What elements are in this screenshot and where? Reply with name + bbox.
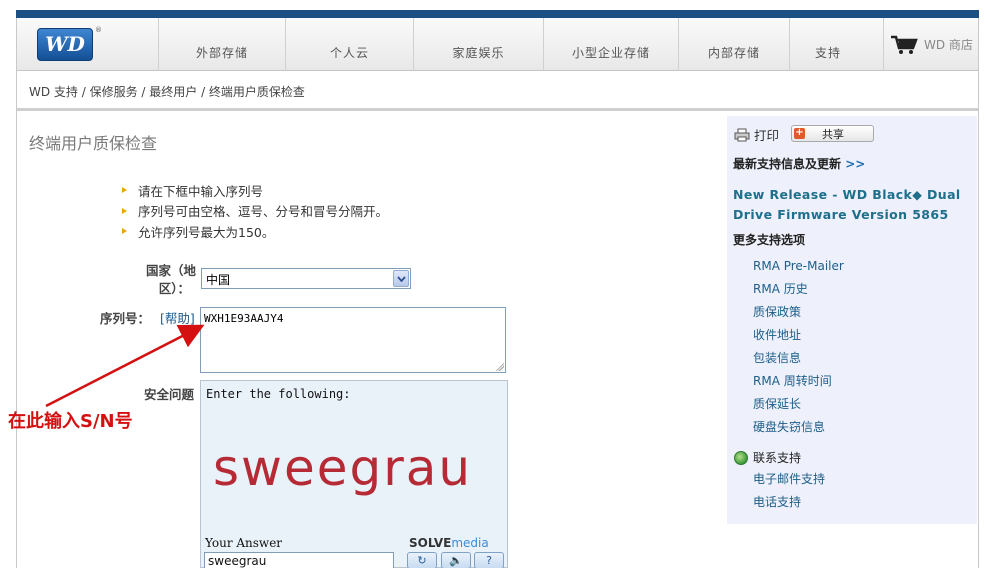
support-links: RMA Pre-Mailer RMA 历史 质保政策 收件地址 包装信息 RMA… [753, 254, 844, 438]
more-link[interactable]: >> [845, 157, 865, 171]
sidebar-link[interactable]: 质保延长 [753, 392, 844, 415]
share-button[interactable]: + 共享 [791, 125, 874, 142]
sn-annotation: 在此输入S/N号 [8, 411, 133, 432]
globe-icon [734, 450, 748, 465]
support-sidebar: 打印 + 共享 最新支持信息及更新 >> New Release - WD Bl… [727, 116, 977, 524]
sidebar-link[interactable]: 包装信息 [753, 346, 844, 369]
share-icon: + [794, 127, 805, 139]
printer-icon [734, 128, 750, 141]
sidebar-link[interactable]: 收件地址 [753, 323, 844, 346]
phone-support-link[interactable]: 电话支持 [753, 490, 825, 513]
sidebar-link[interactable]: 质保政策 [753, 300, 844, 323]
sidebar-link[interactable]: RMA 历史 [753, 277, 844, 300]
sidebar-link[interactable]: RMA Pre-Mailer [753, 254, 844, 277]
contact-support-heading: 联系支持 [734, 449, 801, 466]
print-button[interactable]: 打印 [734, 125, 779, 144]
sidebar-link[interactable]: RMA 周转时间 [753, 369, 844, 392]
release-link[interactable]: New Release - WD Black◆ Dual Drive Firmw… [733, 185, 973, 225]
sidebar-link[interactable]: 硬盘失窃信息 [753, 415, 844, 438]
contact-links: 电子邮件支持 电话支持 [753, 467, 825, 513]
more-options-heading: 更多支持选项 [733, 233, 806, 247]
latest-updates-heading: 最新支持信息及更新 >> [733, 157, 866, 171]
email-support-link[interactable]: 电子邮件支持 [753, 467, 825, 490]
